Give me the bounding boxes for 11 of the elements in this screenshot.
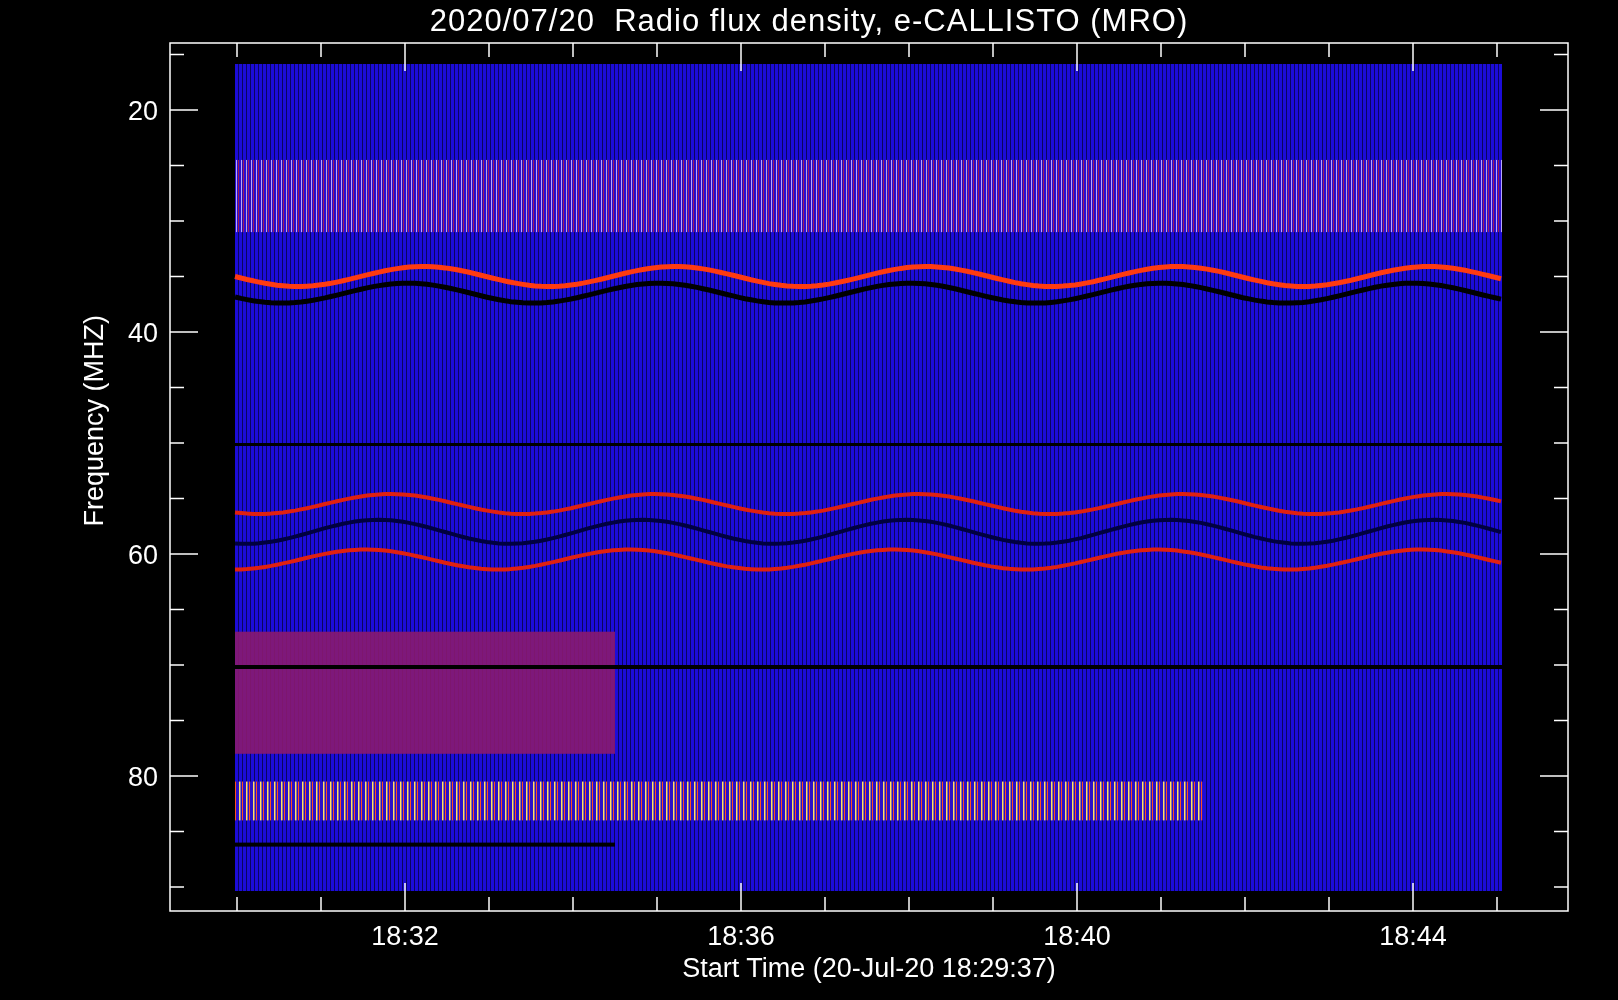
x-tick-label: 18:32	[371, 921, 439, 951]
y-tick-label: 60	[127, 540, 158, 570]
x-axis-label: Start Time (20-Jul-20 18:29:37)	[682, 953, 1056, 983]
x-tick-label: 18:44	[1379, 921, 1447, 951]
plot-title: 2020/07/20 Radio flux density, e-CALLISTO (MRO)	[429, 2, 1189, 40]
y-tick-label: 80	[127, 762, 158, 792]
y-tick-label: 20	[127, 96, 158, 126]
y-tick-label: 40	[127, 318, 158, 348]
y-axis-label: Frequency (MHZ)	[79, 315, 109, 527]
x-tick-label: 18:36	[707, 921, 775, 951]
x-tick-label: 18:40	[1043, 921, 1111, 951]
